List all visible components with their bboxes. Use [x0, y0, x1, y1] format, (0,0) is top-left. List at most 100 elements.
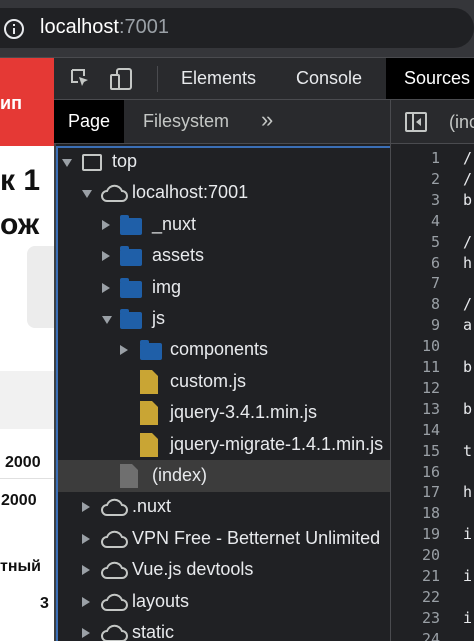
js-file-icon: [140, 401, 158, 426]
expand-down-icon[interactable]: [82, 190, 92, 199]
tree-item-label: js: [152, 308, 165, 328]
site-red-button-label: ип: [0, 93, 22, 113]
tab-filesystem[interactable]: Filesystem: [143, 100, 229, 143]
expand-right-icon[interactable]: [120, 345, 128, 356]
expand-right-icon[interactable]: [102, 282, 110, 293]
site-price-1: 2000: [5, 454, 41, 471]
code-editor[interactable]: 1/2/3 b 4 5/6 h 7 8/9 a 10 11 b 12 13 b 14 15 t 16 17 h 18 19…: [390, 144, 474, 641]
tree-item[interactable]: Vue.js devtools: [56, 554, 390, 586]
expand-right-icon[interactable]: [82, 533, 90, 544]
webpage-fragment: ип к 1 ож 2000 2000 тный 3: [0, 58, 54, 641]
line-code: /: [463, 169, 473, 188]
code-line: 9a: [391, 315, 472, 336]
editor-tab-bar: (inc: [390, 100, 474, 144]
code-line: 6h: [391, 253, 472, 274]
tree-item[interactable]: assets: [56, 240, 390, 272]
tree-item[interactable]: (index): [56, 460, 390, 492]
info-icon[interactable]: [4, 19, 24, 39]
line-code: b: [463, 190, 473, 209]
tab-sources[interactable]: Sources: [386, 58, 474, 99]
line-code: h: [463, 253, 473, 272]
line-number: 24: [421, 629, 440, 641]
code-line: 1/: [391, 148, 472, 169]
address-bar: localhost:7001: [0, 0, 474, 58]
tree-item[interactable]: layouts: [56, 586, 390, 618]
expand-right-icon[interactable]: [82, 596, 90, 607]
tree-item[interactable]: localhost:7001: [56, 177, 390, 209]
expand-down-icon[interactable]: [62, 159, 72, 167]
expand-right-icon[interactable]: [82, 502, 90, 513]
inspect-element-icon[interactable]: [70, 68, 90, 88]
expand-right-icon[interactable]: [82, 565, 90, 576]
device-toolbar-icon[interactable]: [109, 67, 133, 91]
frame-icon: [82, 154, 102, 171]
url-text[interactable]: localhost:7001: [40, 16, 169, 39]
tree-item[interactable]: top: [56, 146, 390, 178]
tree-item[interactable]: img: [56, 272, 390, 304]
line-code: /: [463, 232, 473, 251]
code-line: 7: [391, 273, 461, 294]
code-line: 20: [391, 545, 461, 566]
expand-right-icon[interactable]: [102, 251, 110, 262]
expand-right-icon[interactable]: [82, 628, 90, 638]
tree-item-label: layouts: [132, 590, 190, 611]
expand-right-icon[interactable]: [102, 219, 110, 230]
line-number: 4: [430, 211, 440, 230]
site-grey-button[interactable]: [27, 246, 54, 328]
line-number: 3: [430, 190, 440, 209]
line-number: 1: [430, 149, 440, 167]
tree-item[interactable]: jquery-migrate-1.4.1.min.js: [56, 429, 390, 461]
tree-item[interactable]: VPN Free - Betternet Unlimited: [56, 523, 390, 555]
editor-file-tab[interactable]: (inc: [449, 112, 474, 133]
tab-page[interactable]: Page: [54, 100, 125, 143]
line-number: 22: [421, 587, 440, 606]
js-file-icon: [140, 432, 158, 457]
line-number: 13: [421, 399, 440, 418]
toggle-navigator-icon[interactable]: [405, 112, 427, 132]
tab-elements[interactable]: Elements: [181, 58, 256, 99]
line-number: 17: [421, 483, 440, 502]
line-code: i: [463, 567, 473, 585]
more-tabs-button[interactable]: »: [261, 100, 273, 143]
cloud-icon: [101, 562, 128, 580]
tree-item[interactable]: static: [56, 617, 390, 641]
folder-icon: [120, 277, 142, 298]
line-number: 16: [421, 462, 440, 481]
line-code: h: [463, 483, 473, 502]
site-divider: [0, 478, 54, 479]
devtools-tab-bar: Elements Console Sources: [54, 58, 474, 100]
code-line: 5/: [391, 232, 472, 253]
tree-item-label: static: [132, 622, 175, 641]
line-number: 18: [421, 504, 440, 523]
tree-item[interactable]: components: [56, 334, 390, 366]
tree-item-label: img: [152, 276, 182, 297]
code-line: 13 b: [391, 399, 472, 420]
tree-item[interactable]: custom.js: [56, 366, 390, 398]
code-line: 8/: [391, 294, 472, 315]
expand-down-icon[interactable]: [102, 316, 112, 324]
tree-item[interactable]: js: [56, 303, 390, 335]
url-host: localhost: [40, 16, 119, 38]
line-code: b: [463, 358, 473, 376]
site-red-button[interactable]: ип: [0, 58, 54, 146]
code-line: 22: [391, 587, 461, 608]
tree-item-label: components: [170, 339, 269, 360]
tree-item[interactable]: jquery-3.4.1.min.js: [56, 397, 390, 429]
tree-item-label: jquery-migrate-1.4.1.min.js: [170, 433, 384, 454]
line-number: 2: [430, 169, 440, 188]
tree-item[interactable]: .nuxt: [56, 491, 390, 523]
code-line: 16: [391, 462, 461, 483]
tab-console[interactable]: Console: [296, 58, 362, 99]
line-code: i: [463, 525, 473, 544]
code-line: 2/: [391, 169, 472, 190]
js-file-icon: [140, 369, 158, 394]
code-line: 17 h: [391, 482, 472, 503]
line-number: 12: [421, 378, 440, 397]
tree-item-label: .nuxt: [132, 496, 172, 517]
line-number: 9: [430, 316, 440, 335]
code-line: 23 i: [391, 608, 472, 629]
cloud-icon: [101, 499, 128, 517]
line-number: 14: [421, 420, 440, 439]
code-line: 21 i: [391, 566, 472, 587]
tree-item[interactable]: _nuxt: [56, 209, 390, 241]
